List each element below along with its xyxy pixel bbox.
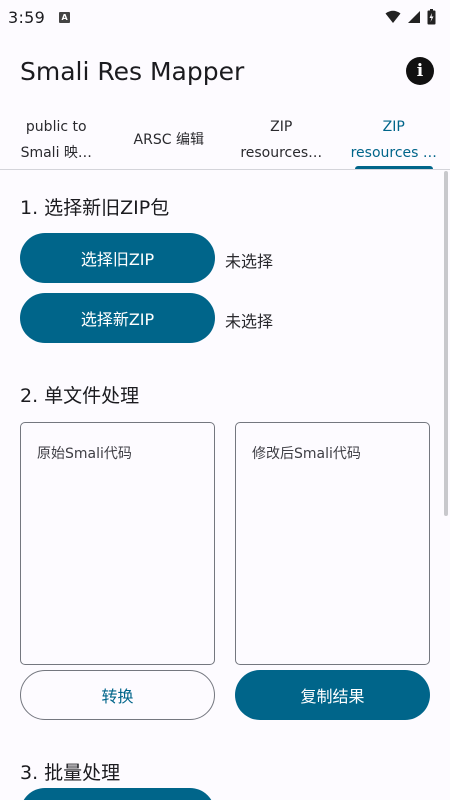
- info-icon: i: [416, 61, 424, 81]
- tab-label: ARSC 编辑: [133, 131, 204, 148]
- tab-public-to-smali[interactable]: public to Smali 映…: [0, 110, 113, 169]
- tab-label-line2: resources …: [350, 144, 437, 161]
- notification-a-icon: A: [59, 11, 71, 23]
- app-title: Smali Res Mapper: [20, 56, 245, 86]
- status-bar: 3:59 A: [0, 0, 450, 34]
- section3-title: 3. 批量处理: [20, 762, 121, 784]
- modified-smali-output[interactable]: 修改后Smali代码: [235, 422, 430, 665]
- tab-label-line2: resources…: [240, 144, 323, 161]
- battery-charging-icon: [427, 9, 436, 25]
- tab-zip-resources-1[interactable]: ZIP resources…: [225, 110, 338, 169]
- batch-process-button[interactable]: [20, 788, 215, 800]
- tab-zip-resources-2[interactable]: ZIP resources …: [338, 110, 450, 169]
- active-tab-indicator: [354, 166, 433, 169]
- status-icons: [385, 9, 436, 25]
- old-zip-status: 未选择: [225, 252, 274, 271]
- new-zip-status: 未选择: [225, 312, 274, 331]
- select-new-zip-button[interactable]: 选择新ZIP: [20, 293, 215, 343]
- tab-label-line1: ZIP: [382, 118, 405, 135]
- scrollbar[interactable]: [444, 171, 448, 516]
- select-old-zip-button[interactable]: 选择旧ZIP: [20, 233, 215, 283]
- copy-result-button[interactable]: 复制结果: [235, 670, 430, 720]
- app-bar: Smali Res Mapper i: [0, 34, 450, 108]
- status-time: 3:59: [8, 7, 46, 27]
- tab-bar: public to Smali 映… ARSC 编辑 ZIP resources…: [0, 110, 450, 170]
- original-smali-input[interactable]: 原始Smali代码: [20, 422, 215, 665]
- convert-button[interactable]: 转换: [20, 670, 215, 720]
- section2-title: 2. 单文件处理: [20, 385, 140, 407]
- tab-label-line1: ZIP: [270, 118, 293, 135]
- signal-icon: [408, 11, 420, 23]
- original-smali-placeholder: 原始Smali代码: [37, 446, 132, 462]
- main-content: 1. 选择新旧ZIP包 选择旧ZIP 未选择 选择新ZIP 未选择 2. 单文件…: [0, 171, 440, 800]
- section1-title: 1. 选择新旧ZIP包: [20, 197, 170, 219]
- info-button[interactable]: i: [406, 57, 434, 85]
- wifi-icon: [385, 10, 401, 23]
- tab-label-line1: public to: [25, 118, 87, 135]
- tab-arsc-edit[interactable]: ARSC 编辑: [113, 110, 226, 169]
- tab-label-line2: Smali 映…: [20, 144, 92, 161]
- modified-smali-placeholder: 修改后Smali代码: [252, 446, 361, 462]
